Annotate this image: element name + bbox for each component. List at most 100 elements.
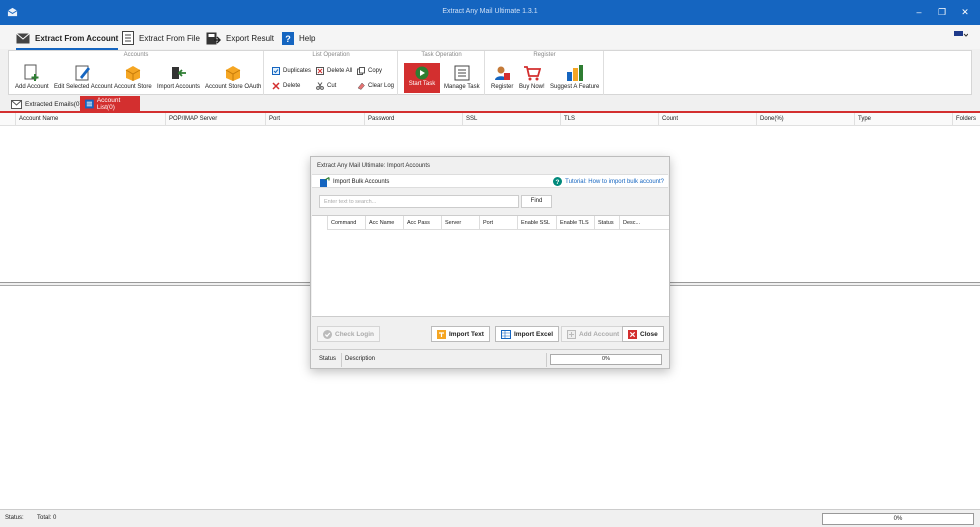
find-button[interactable]: Find	[521, 195, 552, 208]
menu-export-result[interactable]: Export Result	[206, 29, 274, 47]
dialog-subtitle: Import Bulk Accounts	[333, 179, 390, 185]
dialog-title: Extract Any Mail Ultimate: Import Accoun…	[317, 163, 431, 169]
column-header[interactable]: Server	[441, 216, 479, 230]
duplicates-button[interactable]: Duplicates	[272, 65, 311, 76]
ribbon-group-task-operation: Task Operation Start Task Manage Task	[399, 51, 485, 95]
dialog-status-label: Status	[319, 356, 337, 362]
edit-selected-account-button[interactable]: Edit Selected Account	[54, 64, 112, 90]
dialog-description-label: Description	[345, 356, 376, 362]
column-header[interactable]: Account Name	[15, 113, 165, 126]
status-bar: Status: Total: 0 0%	[0, 509, 980, 527]
column-header[interactable]: Type	[854, 113, 952, 126]
ribbon: Accounts Add Account Edit Selected Accou…	[8, 50, 972, 95]
status-progress-bar: 0%	[822, 513, 974, 525]
add-account-button[interactable]: Add Account	[15, 64, 49, 90]
account-store-oauth-button[interactable]: Account Store OAuth	[205, 64, 261, 90]
account-list-icon	[85, 99, 94, 109]
add-account-icon	[24, 64, 39, 81]
column-header[interactable]: Desc...	[619, 216, 669, 230]
column-header[interactable]: Done(%)	[756, 113, 854, 126]
ribbon-group-register: Register Register Buy Now! Suggest A Fea…	[486, 51, 604, 95]
tab-account-list[interactable]: Account List(0)	[80, 96, 140, 112]
buy-now-button[interactable]: Buy Now!	[519, 64, 545, 90]
suggest-icon	[566, 65, 583, 81]
question-circle-icon: ?	[553, 177, 563, 186]
import-accounts-button[interactable]: Import Accounts	[157, 64, 200, 90]
dialog-status-bar: Status Description 0%	[312, 349, 669, 369]
close-window-button[interactable]: ✕	[957, 5, 973, 19]
register-icon	[495, 66, 511, 80]
copy-button[interactable]: Copy	[357, 65, 382, 76]
envelope-icon	[16, 32, 30, 43]
svg-text:?: ?	[285, 34, 291, 44]
suggest-feature-button[interactable]: Suggest A Feature	[550, 64, 599, 90]
ribbon-collapse-icon[interactable]	[954, 31, 968, 39]
column-header[interactable]: Folders	[952, 113, 980, 126]
column-header[interactable]: Password	[364, 113, 462, 126]
close-icon	[628, 329, 637, 339]
import-excel-button[interactable]: Import Excel	[495, 326, 560, 342]
import-text-button[interactable]: Import Text	[431, 326, 490, 342]
import-grid[interactable]: Command Acc Name Acc Pass Server Port En…	[312, 215, 669, 317]
column-header[interactable]: SSL	[462, 113, 560, 126]
search-input[interactable]: Enter text to search...	[319, 195, 519, 208]
dialog-progress-bar: 0%	[550, 354, 662, 365]
column-header[interactable]: Enable TLS	[556, 216, 594, 230]
manage-task-icon	[454, 65, 470, 81]
excel-icon	[501, 329, 511, 339]
delete-button[interactable]: Delete	[272, 80, 300, 91]
clear-log-button[interactable]: Clear Log	[357, 80, 394, 91]
status-label: Status:	[5, 515, 24, 521]
check-login-button[interactable]: Check Login	[317, 326, 381, 342]
ribbon-group-accounts: Accounts Add Account Edit Selected Accou…	[9, 51, 264, 95]
minimize-button[interactable]: –	[911, 5, 927, 19]
tab-strip: Extracted Emails(0) Account List(0)	[0, 96, 980, 112]
grid-header: Account Name POP/IMAP Server Port Passwo…	[0, 113, 980, 126]
box-icon	[225, 66, 241, 81]
copy-icon	[357, 66, 365, 75]
maximize-button[interactable]: ❐	[934, 5, 950, 19]
column-header[interactable]: Status	[594, 216, 619, 230]
delete-all-icon	[316, 66, 324, 75]
column-header[interactable]: Count	[658, 113, 756, 126]
column-header[interactable]: Acc Pass	[403, 216, 441, 230]
column-header[interactable]: Acc Name	[365, 216, 403, 230]
play-icon	[415, 66, 429, 80]
column-header[interactable]: Port	[265, 113, 364, 126]
add-icon	[567, 329, 576, 339]
tab-extracted-emails[interactable]: Extracted Emails(0)	[6, 96, 87, 112]
manage-task-button[interactable]: Manage Task	[444, 64, 480, 90]
menu-help[interactable]: ? Help	[282, 29, 315, 47]
column-header[interactable]: Command	[327, 216, 365, 230]
help-icon: ?	[282, 31, 294, 45]
register-button[interactable]: Register	[491, 64, 513, 90]
menu-extract-from-file[interactable]: Extract From File	[122, 29, 200, 47]
total-label: Total: 0	[37, 515, 57, 521]
cut-button[interactable]: Cut	[316, 80, 336, 91]
start-task-button[interactable]: Start Task	[404, 63, 440, 93]
delete-icon	[272, 81, 280, 90]
cart-icon	[523, 66, 541, 81]
import-icon	[171, 67, 186, 79]
close-dialog-button[interactable]: Close	[622, 326, 664, 342]
dialog-subheader: Import Bulk Accounts ? Tutorial: How to …	[312, 174, 668, 188]
tutorial-link[interactable]: ? Tutorial: How to import bulk account?	[553, 177, 664, 186]
account-store-button[interactable]: Account Store	[114, 64, 152, 90]
column-header[interactable]: POP/IMAP Server	[165, 113, 265, 126]
duplicates-icon	[272, 66, 280, 75]
title-bar: Extract Any Mail Ultimate 1.3.1 – ❐ ✕	[0, 0, 980, 25]
column-header[interactable]: Port	[479, 216, 517, 230]
column-header[interactable]: Enable SSL	[517, 216, 556, 230]
eraser-icon	[357, 82, 365, 90]
menu-extract-from-account[interactable]: Extract From Account	[16, 29, 119, 50]
add-account-dialog-button[interactable]: Add Account	[561, 326, 626, 342]
export-icon	[206, 32, 221, 44]
document-icon	[122, 31, 134, 45]
column-header[interactable]: TLS	[560, 113, 658, 126]
delete-all-button[interactable]: Delete All	[316, 65, 352, 76]
divider	[546, 353, 547, 367]
ribbon-group-list-operation: List Operation Duplicates Delete All Cop…	[265, 51, 398, 95]
edit-icon	[75, 65, 91, 81]
window-title: Extract Any Mail Ultimate 1.3.1	[442, 8, 538, 15]
text-file-icon	[437, 329, 446, 339]
